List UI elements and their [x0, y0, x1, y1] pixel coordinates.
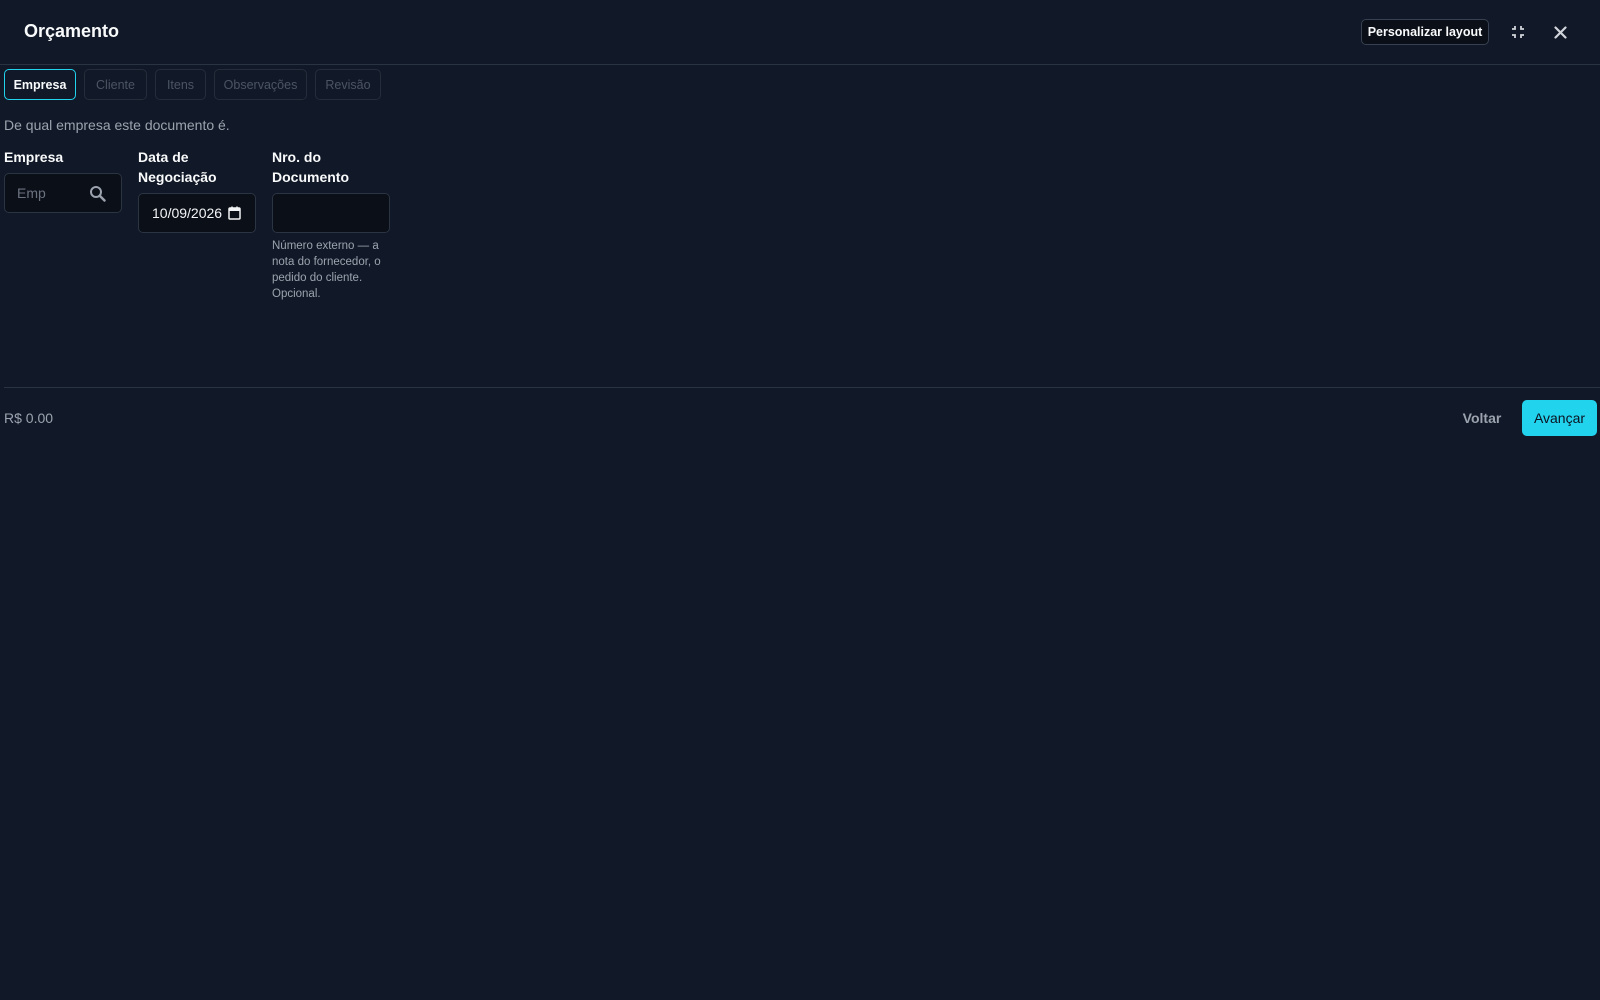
step-subtitle: De qual empresa este documento é. — [4, 117, 230, 133]
total-amount: R$ 0.00 — [4, 410, 54, 426]
empresa-label: Empresa — [4, 149, 64, 165]
minimize-icon-glyph — [1512, 26, 1524, 38]
close-icon[interactable] — [1548, 20, 1572, 44]
page-title: Orçamento — [24, 21, 120, 41]
personalize-layout-button[interactable]: Personalizar layout — [1361, 19, 1489, 45]
nro-documento-label-line2: Documento — [272, 169, 349, 185]
data-negociacao-input[interactable]: 10/09/2026 — [138, 193, 256, 233]
calendar-icon-glyph — [228, 206, 241, 220]
calendar-icon[interactable] — [228, 206, 241, 223]
search-icon[interactable] — [89, 185, 106, 205]
tab-revisao[interactable]: Revisão — [315, 69, 381, 100]
tab-empresa[interactable]: Empresa — [4, 69, 76, 100]
next-button[interactable]: Avançar — [1522, 400, 1597, 436]
minimize-icon[interactable] — [1506, 20, 1530, 44]
search-icon-glyph — [90, 186, 106, 202]
close-icon-glyph — [1553, 25, 1567, 39]
empresa-placeholder: Emp — [17, 185, 46, 201]
nro-documento-label: Nro. do Documento — [272, 147, 349, 187]
nro-documento-label-line1: Nro. do — [272, 149, 321, 165]
dialog-header: Orçamento Personalizar layout — [0, 0, 1600, 65]
empresa-search-input[interactable]: Emp — [4, 173, 122, 213]
data-negociacao-value: 10/09/2026 — [152, 205, 223, 221]
tab-cliente[interactable]: Cliente — [84, 69, 147, 100]
tab-observacoes[interactable]: Observações — [214, 69, 307, 100]
data-negociacao-label-line1: Data de — [138, 149, 189, 165]
tab-itens[interactable]: Itens — [155, 69, 206, 100]
nro-documento-help: Número externo — a nota do fornecedor, o… — [272, 240, 381, 300]
nro-documento-input[interactable] — [272, 193, 390, 233]
data-negociacao-label-line2: Negociação — [138, 169, 217, 185]
back-button[interactable]: Voltar — [1451, 400, 1513, 436]
footer-divider — [4, 387, 1600, 388]
data-negociacao-label: Data de Negociação — [138, 147, 217, 187]
